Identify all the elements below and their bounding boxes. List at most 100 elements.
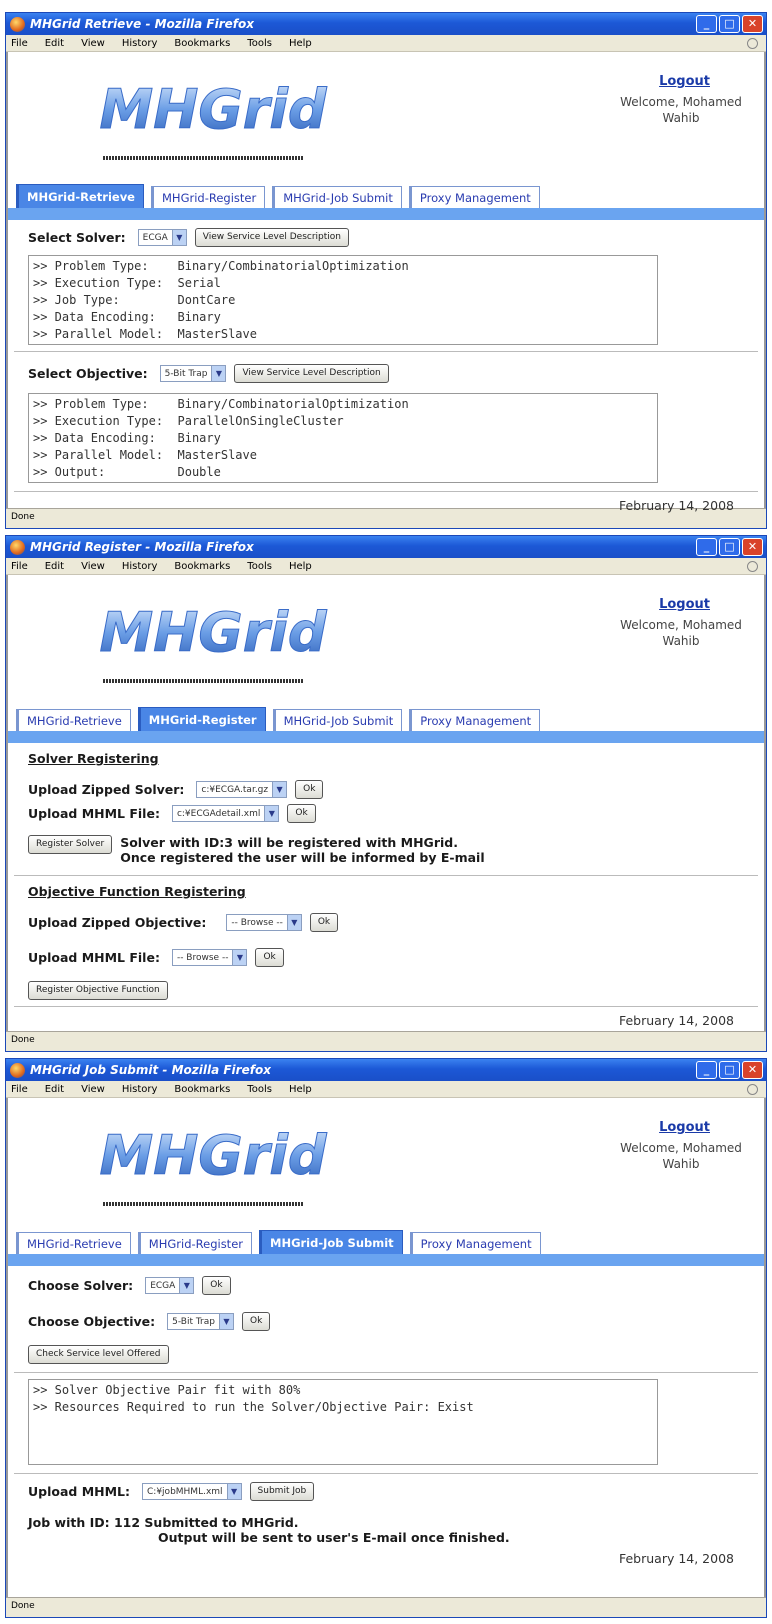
throbber-icon xyxy=(747,561,758,572)
menu-tools[interactable]: Tools xyxy=(247,561,272,572)
tab-job-submit[interactable]: MHGrid-Job Submit xyxy=(272,709,403,731)
menu-view[interactable]: View xyxy=(81,38,105,49)
window-title: MHGrid Retrieve - Mozilla Firefox xyxy=(30,17,254,31)
choose-objective-value: 5-Bit Trap xyxy=(172,1316,215,1327)
close-button[interactable]: ✕ xyxy=(742,15,763,33)
solver-view-sld-button[interactable]: View Service Level Description xyxy=(194,228,349,247)
maximize-button[interactable]: □ xyxy=(719,15,740,33)
menu-history[interactable]: History xyxy=(122,561,158,572)
zip-objective-ok-button[interactable]: Ok xyxy=(309,913,339,932)
job-output-message: Output will be sent to user's E-mail onc… xyxy=(158,1530,510,1545)
logout-link[interactable]: Logout xyxy=(659,1120,710,1135)
logout-link[interactable]: Logout xyxy=(659,74,710,89)
submit-job-button[interactable]: Submit Job xyxy=(249,1482,315,1501)
tab-register[interactable]: MHGrid-Register xyxy=(137,1232,252,1254)
menu-help[interactable]: Help xyxy=(289,38,312,49)
chevron-down-icon: ▼ xyxy=(272,782,287,797)
menu-bookmarks[interactable]: Bookmarks xyxy=(174,38,230,49)
check-service-row: Check Service level Offered xyxy=(8,1345,764,1364)
menu-bar: File Edit View History Bookmarks Tools Help xyxy=(6,35,766,52)
tab-retrieve[interactable]: MHGrid-Retrieve xyxy=(16,709,131,731)
upload-mhml-row: Upload MHML: C:¥jobMHML.xml ▼ Submit Job xyxy=(8,1482,764,1501)
menu-tools[interactable]: Tools xyxy=(247,38,272,49)
solver-select[interactable]: ECGA ▼ xyxy=(137,229,187,246)
check-service-level-button[interactable]: Check Service level Offered xyxy=(28,1345,169,1364)
divider xyxy=(14,875,758,876)
window-title: MHGrid Job Submit - Mozilla Firefox xyxy=(30,1063,271,1077)
close-button[interactable]: ✕ xyxy=(742,538,763,556)
menu-bookmarks[interactable]: Bookmarks xyxy=(174,1084,230,1095)
chevron-down-icon: ▼ xyxy=(232,950,247,965)
divider xyxy=(14,1372,758,1373)
tab-retrieve[interactable]: MHGrid-Retrieve xyxy=(16,184,144,208)
solver-registering-heading: Solver Registering xyxy=(28,751,159,766)
objective-registering-heading: Objective Function Registering xyxy=(28,884,246,899)
tab-job-submit[interactable]: MHGrid-Job Submit xyxy=(272,186,402,208)
menu-edit[interactable]: Edit xyxy=(45,561,64,572)
objective-select[interactable]: 5-Bit Trap ▼ xyxy=(159,365,227,382)
zip-solver-label: Upload Zipped Solver: xyxy=(28,782,185,797)
logout-link[interactable]: Logout xyxy=(659,597,710,612)
throbber-icon xyxy=(747,1084,758,1095)
zip-objective-select[interactable]: -- Browse -- ▼ xyxy=(226,914,302,931)
menu-file[interactable]: File xyxy=(11,1084,28,1095)
mhml-objective-select[interactable]: -- Browse -- ▼ xyxy=(171,949,248,966)
job-submitted-message: Job with ID: 112 Submitted to MHGrid. xyxy=(28,1515,299,1530)
divider xyxy=(14,1473,758,1474)
tab-register[interactable]: MHGrid-Register xyxy=(137,707,266,731)
objective-select-value: 5-Bit Trap xyxy=(164,368,208,379)
choose-solver-ok-button[interactable]: Ok xyxy=(202,1276,231,1295)
chevron-down-icon: ▼ xyxy=(179,1278,194,1293)
close-button[interactable]: ✕ xyxy=(742,1061,763,1079)
zip-solver-ok-button[interactable]: Ok xyxy=(295,780,324,799)
tab-proxy[interactable]: Proxy Management xyxy=(408,186,540,208)
choose-objective-select[interactable]: 5-Bit Trap ▼ xyxy=(167,1313,234,1330)
mhml-solver-value: c:¥ECGAdetail.xml xyxy=(176,808,261,819)
zip-solver-select[interactable]: c:¥ECGA.tar.gz ▼ xyxy=(196,781,288,798)
chevron-down-icon: ▼ xyxy=(286,915,301,930)
zip-objective-label: Upload Zipped Objective: xyxy=(28,915,207,930)
maximize-button[interactable]: □ xyxy=(719,1061,740,1079)
mhml-file-label: Upload MHML File: xyxy=(28,950,160,965)
select-solver-label: Select Solver: xyxy=(28,230,126,245)
solver-row: Select Solver: ECGA ▼ View Service Level … xyxy=(8,228,764,247)
zip-solver-row: Upload Zipped Solver: c:¥ECGA.tar.gz ▼ Ok xyxy=(8,780,764,799)
menu-history[interactable]: History xyxy=(122,38,158,49)
menu-edit[interactable]: Edit xyxy=(45,38,64,49)
tab-proxy[interactable]: Proxy Management xyxy=(409,709,541,731)
minimize-button[interactable]: _ xyxy=(696,1061,717,1079)
minimize-button[interactable]: _ xyxy=(696,538,717,556)
tab-job-submit[interactable]: MHGrid-Job Submit xyxy=(259,1230,403,1254)
mhml-solver-ok-button[interactable]: Ok xyxy=(287,804,316,823)
logo-text: MHGrid xyxy=(99,1124,327,1187)
tab-proxy[interactable]: Proxy Management xyxy=(409,1232,541,1254)
register-objective-button[interactable]: Register Objective Function xyxy=(28,981,168,1000)
choose-solver-select[interactable]: ECGA ▼ xyxy=(145,1277,195,1294)
choose-objective-label: Choose Objective: xyxy=(28,1314,156,1329)
mhml-solver-select[interactable]: c:¥ECGAdetail.xml ▼ xyxy=(171,805,280,822)
menu-bookmarks[interactable]: Bookmarks xyxy=(174,561,230,572)
objective-view-sld-button[interactable]: View Service Level Description xyxy=(234,364,389,383)
menu-view[interactable]: View xyxy=(81,561,105,572)
upload-mhml-select[interactable]: C:¥jobMHML.xml ▼ xyxy=(142,1483,242,1500)
menu-tools[interactable]: Tools xyxy=(247,1084,272,1095)
mhml-objective-ok-button[interactable]: Ok xyxy=(255,948,284,967)
choose-objective-ok-button[interactable]: Ok xyxy=(241,1312,271,1331)
menu-file[interactable]: File xyxy=(11,561,28,572)
menu-edit[interactable]: Edit xyxy=(45,1084,64,1095)
chevron-down-icon: ▼ xyxy=(226,1484,241,1499)
menu-help[interactable]: Help xyxy=(289,1084,312,1095)
solver-email-message: Once registered the user will be informe… xyxy=(120,850,485,865)
minimize-button[interactable]: _ xyxy=(696,15,717,33)
tab-retrieve[interactable]: MHGrid-Retrieve xyxy=(16,1232,131,1254)
menu-help[interactable]: Help xyxy=(289,561,312,572)
menu-file[interactable]: File xyxy=(11,38,28,49)
register-solver-button[interactable]: Register Solver xyxy=(28,835,113,854)
tab-underline xyxy=(8,1254,764,1266)
mhml-objective-value: -- Browse -- xyxy=(176,952,229,963)
maximize-button[interactable]: □ xyxy=(719,538,740,556)
menu-view[interactable]: View xyxy=(81,1084,105,1095)
page-date: February 14, 2008 xyxy=(618,498,734,513)
menu-history[interactable]: History xyxy=(122,1084,158,1095)
tab-register[interactable]: MHGrid-Register xyxy=(151,186,266,208)
